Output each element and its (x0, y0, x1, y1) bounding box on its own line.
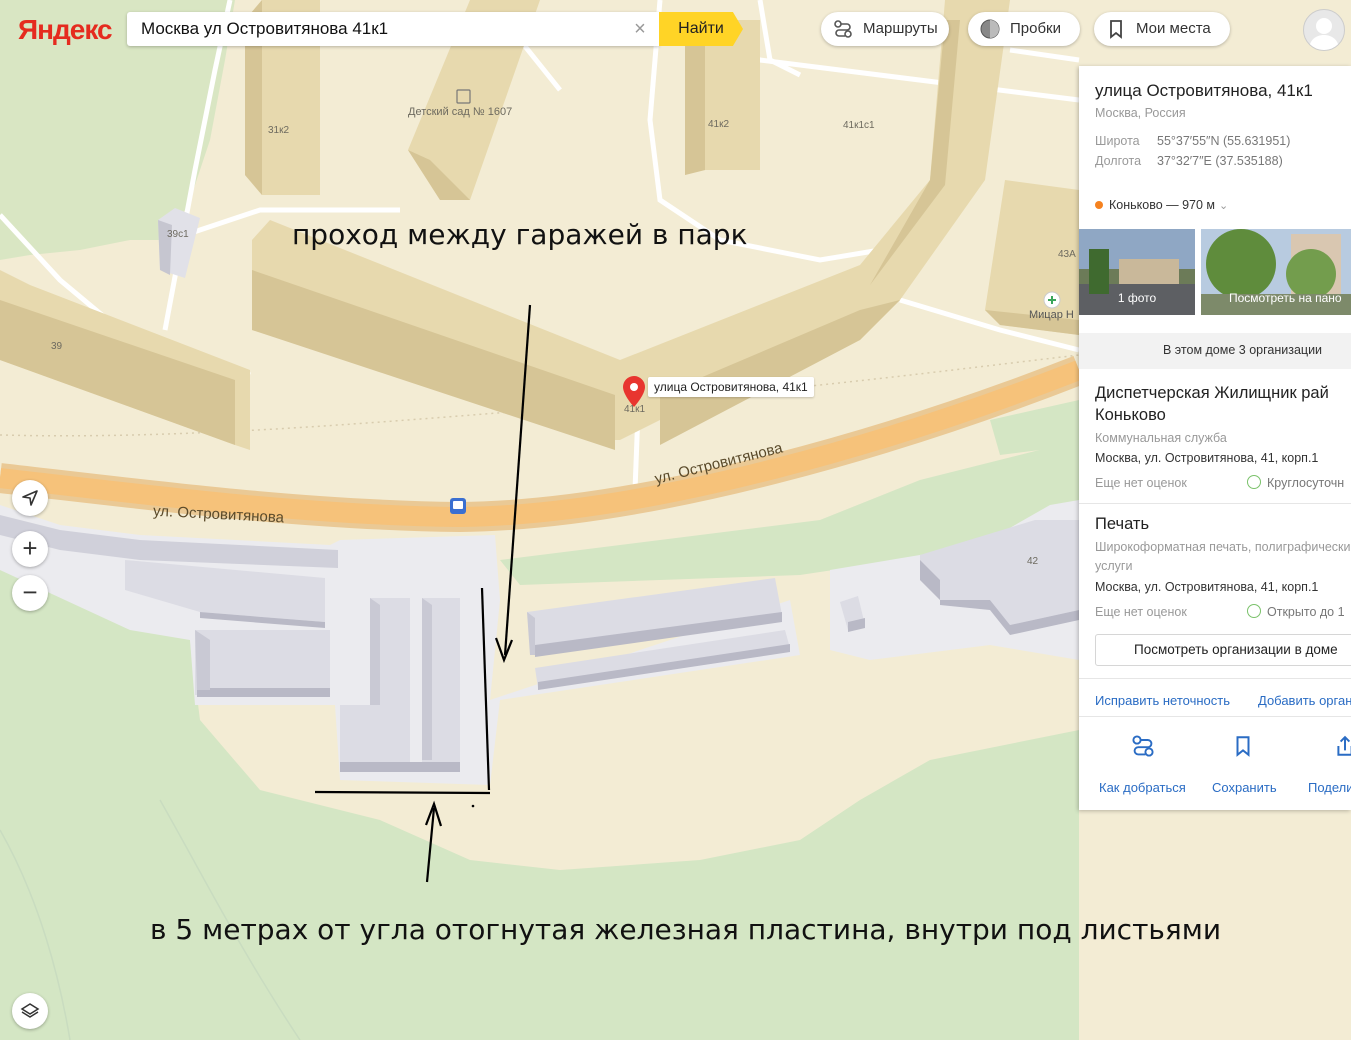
photo-count: 1 фото (1117, 291, 1157, 305)
building-label: 43А (1058, 249, 1076, 260)
clear-icon[interactable]: × (631, 19, 649, 39)
divider (1079, 678, 1351, 679)
building-label: 41к2 (708, 119, 730, 130)
latitude-label: Широта (1095, 134, 1140, 148)
layers-icon (20, 1003, 40, 1018)
panorama-label: Посмотреть на пано (1229, 291, 1342, 305)
metro-icon (1095, 201, 1103, 209)
bookmark-icon (1110, 20, 1122, 39)
poi-label[interactable]: Мицар Н (1029, 309, 1074, 321)
divider (1079, 503, 1351, 504)
card-subtitle: Москва, Россия (1095, 106, 1186, 120)
building-label: 41к1с1 (843, 120, 875, 131)
chevron-down-icon: ⌄ (1219, 200, 1229, 212)
user-icon (1309, 18, 1339, 50)
zoom-out-button[interactable]: − (12, 575, 48, 611)
marker-label[interactable]: улица Островитянова, 41к1 (648, 377, 814, 397)
divider (1079, 716, 1351, 717)
org-category: Широкоформатная печать, полиграфически (1095, 540, 1351, 554)
layers-button[interactable] (12, 993, 48, 1029)
org-address: Москва, ул. Островитянова, 41, корп.1 (1095, 451, 1319, 465)
save-action-label: Сохранить (1212, 780, 1277, 795)
my-location-button[interactable] (12, 480, 48, 516)
longitude-label: Долгота (1095, 154, 1142, 168)
building-label: 41к1 (624, 404, 646, 415)
avatar[interactable] (1303, 9, 1345, 51)
latitude-value: 55°37′55″N (55.631951) (1157, 134, 1291, 148)
search-input[interactable] (139, 18, 623, 40)
routes-label: Маршруты (863, 20, 938, 37)
orgs-header[interactable]: В этом доме 3 организации (1079, 333, 1351, 369)
building-label: 39с1 (167, 229, 189, 240)
org-name: Коньково (1095, 406, 1166, 424)
orgs-header-label: В этом доме 3 организации (1163, 343, 1323, 357)
minus-icon: − (22, 577, 38, 607)
my-places-button[interactable]: Мои места (1094, 12, 1230, 46)
clock-icon (1247, 604, 1261, 618)
medical-icon (1043, 291, 1061, 309)
org-hours: Открыто до 1 (1247, 603, 1345, 621)
org-name: Диспетчерская Жилищник рай (1095, 384, 1329, 402)
yandex-logo[interactable]: Яндекс (18, 14, 113, 46)
routes-icon (834, 20, 852, 38)
metro-row[interactable]: Коньково — 970 м ⌄ (1095, 196, 1228, 214)
zoom-in-button[interactable]: + (12, 531, 48, 567)
route-action-label: Как добраться (1099, 780, 1186, 795)
place-card: улица Островитянова, 41к1 Москва, Россия… (1079, 66, 1351, 810)
org-name: Печать (1095, 515, 1150, 533)
traffic-label: Пробки (1010, 20, 1061, 37)
annotation-top-text: проход между гаражей в парк (292, 218, 748, 251)
route-action-button[interactable]: Как добраться (1093, 734, 1193, 798)
my-places-label: Мои места (1136, 20, 1211, 37)
org-category: Коммунальная служба (1095, 431, 1227, 445)
clock-icon (1247, 475, 1261, 489)
bus-stop-icon[interactable] (450, 498, 466, 514)
org-hours: Круглосуточн (1247, 474, 1344, 492)
annotation-bottom-text: в 5 метрах от угла отогнутая железная пл… (150, 913, 1222, 946)
building-label: 31к2 (268, 125, 290, 136)
add-org-link[interactable]: Добавить орган (1258, 693, 1351, 708)
annotation-dot (471, 804, 475, 808)
building-label: Детский сад № 1607 (408, 106, 513, 118)
org-rating: Еще нет оценок (1095, 476, 1187, 490)
metro-label: Коньково — 970 м (1109, 198, 1216, 212)
share-action-button[interactable]: Подели (1305, 734, 1351, 798)
building-label: 39 (51, 341, 63, 352)
longitude-value: 37°32′7″E (37.535188) (1157, 154, 1283, 168)
org-rating: Еще нет оценок (1095, 605, 1187, 619)
view-orgs-button[interactable]: Посмотреть организации в доме (1095, 634, 1351, 666)
search-box[interactable]: × (127, 12, 659, 46)
org-address: Москва, ул. Островитянова, 41, корп.1 (1095, 580, 1319, 594)
save-action-button[interactable]: Сохранить (1203, 734, 1283, 798)
panorama-thumbnail[interactable]: Посмотреть на пано (1201, 229, 1351, 315)
bookmark-icon (1236, 736, 1250, 757)
org-category: услуги (1095, 559, 1133, 573)
traffic-button[interactable]: Пробки (968, 12, 1080, 46)
share-icon (1337, 735, 1351, 756)
card-title: улица Островитянова, 41к1 (1095, 81, 1313, 100)
routes-icon (1132, 735, 1154, 757)
share-action-label: Подели (1308, 780, 1351, 795)
fix-link[interactable]: Исправить неточность (1095, 693, 1230, 708)
plus-icon: + (22, 533, 38, 563)
location-arrow-icon (22, 490, 38, 506)
building-label: 42 (1027, 556, 1039, 567)
find-button[interactable]: Найти (659, 12, 743, 46)
traffic-icon (980, 19, 1000, 39)
view-orgs-label: Посмотреть организации в доме (1134, 642, 1338, 657)
photo-thumbnail[interactable]: 1 фото (1079, 229, 1195, 315)
routes-button[interactable]: Маршруты (821, 12, 949, 46)
